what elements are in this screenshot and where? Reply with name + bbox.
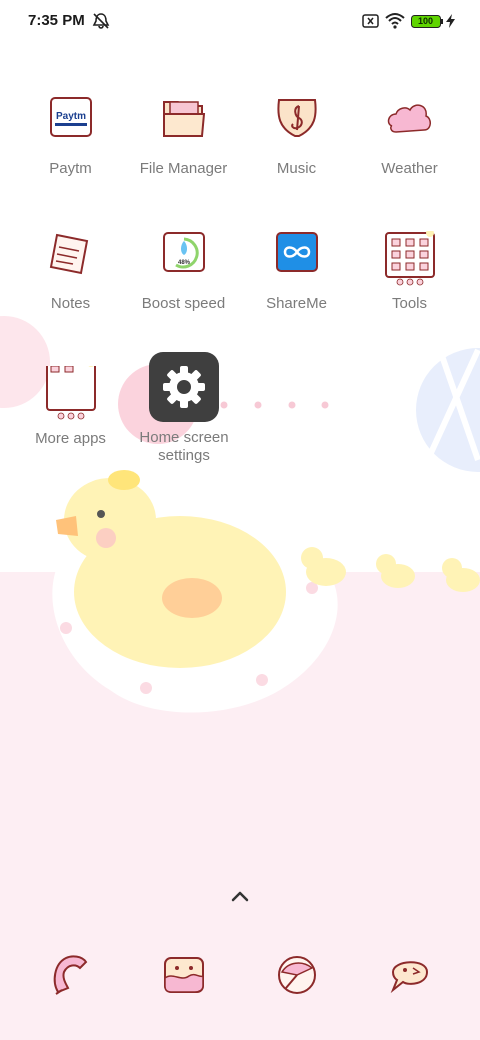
more-apps-folder-icon — [43, 359, 99, 422]
app-tools[interactable]: Tools — [353, 229, 466, 341]
chat-icon[interactable] — [387, 952, 433, 998]
app-label: More apps — [35, 430, 106, 447]
charging-bolt-icon — [446, 14, 455, 33]
wifi-icon — [385, 12, 405, 34]
paytm-logo-text: Paytm — [56, 111, 86, 122]
app-music[interactable]: Music — [240, 96, 353, 206]
app-label: Notes — [50, 295, 91, 312]
rocket-gauge-icon: 48% — [156, 231, 212, 287]
boost-percent: 48% — [178, 260, 191, 266]
notepad-icon — [43, 231, 99, 287]
app-weather[interactable]: Weather — [353, 96, 466, 206]
app-label: Weather — [381, 160, 438, 177]
battery-level: 100 — [417, 16, 434, 26]
app-file-manager[interactable]: File Manager — [127, 96, 240, 206]
tools-folder-icon — [382, 229, 438, 287]
app-shareme[interactable]: ShareMe — [240, 231, 353, 341]
app-paytm[interactable]: Paytm Paytm — [14, 96, 127, 206]
status-bar: 7:35 PM 100 — [0, 0, 480, 44]
home-screen-settings-button[interactable] — [149, 352, 219, 422]
messages-icon[interactable] — [161, 952, 207, 998]
home-screen-settings-label: Home screen settings — [139, 429, 229, 464]
app-label: Music — [276, 160, 317, 177]
app-label: Tools — [391, 295, 428, 312]
app-label: File Manager — [139, 160, 228, 177]
infinity-icon — [269, 231, 325, 287]
chevron-up-icon[interactable] — [228, 886, 252, 906]
app-label: ShareMe — [266, 295, 327, 312]
app-boost-speed[interactable]: 48% Boost speed — [127, 231, 240, 341]
battery-icon: 100 — [411, 15, 443, 28]
app-label: Paytm — [49, 160, 92, 177]
alarm-off-icon — [92, 12, 110, 35]
paytm-logo-icon: Paytm — [43, 96, 99, 152]
cloud-icon — [382, 96, 438, 152]
app-notes[interactable]: Notes — [14, 231, 127, 341]
sim-error-icon — [362, 14, 379, 33]
gear-icon — [163, 366, 205, 408]
browser-icon[interactable] — [274, 952, 320, 998]
phone-icon[interactable] — [48, 952, 94, 998]
app-label: Boost speed — [141, 295, 226, 312]
page-indicator — [220, 401, 329, 409]
folder-icon — [156, 96, 212, 152]
status-time: 7:35 PM — [28, 12, 85, 29]
music-note-icon — [269, 96, 325, 152]
app-more-apps[interactable]: More apps — [14, 359, 127, 476]
